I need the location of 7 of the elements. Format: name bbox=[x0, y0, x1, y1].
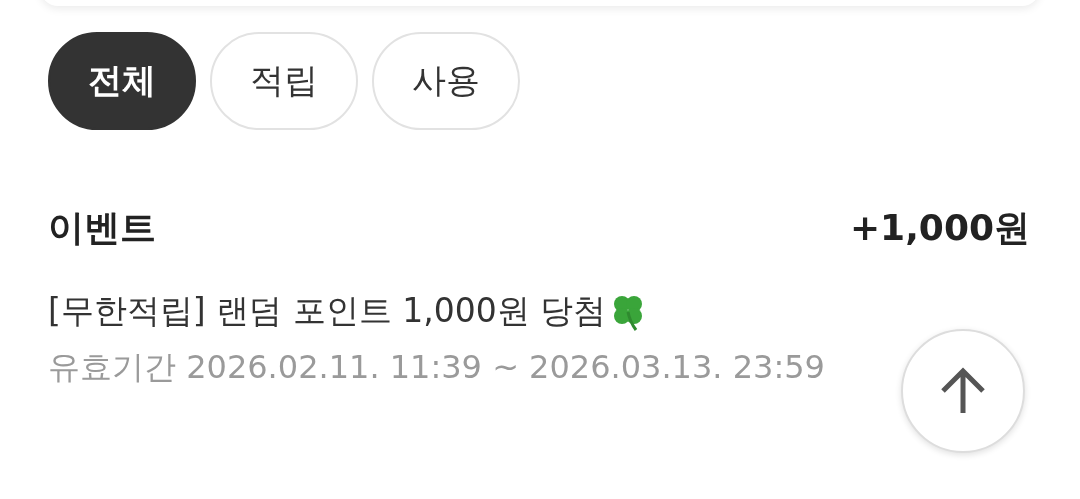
entry-description: [무한적립] 랜덤 포인트 1,000원 당첨 bbox=[48, 290, 607, 332]
entry-category: 이벤트 bbox=[48, 206, 156, 250]
filter-tab[interactable]: 전체 bbox=[48, 32, 196, 130]
filter-tab[interactable]: 사용 bbox=[372, 32, 520, 130]
filter-tab[interactable]: 적립 bbox=[210, 32, 358, 130]
validity-period: 유효기간 2026.02.11. 11:39 ~ 2026.03.13. 23:59 bbox=[48, 347, 826, 388]
entry-amount: +1,000원 bbox=[849, 206, 1030, 250]
